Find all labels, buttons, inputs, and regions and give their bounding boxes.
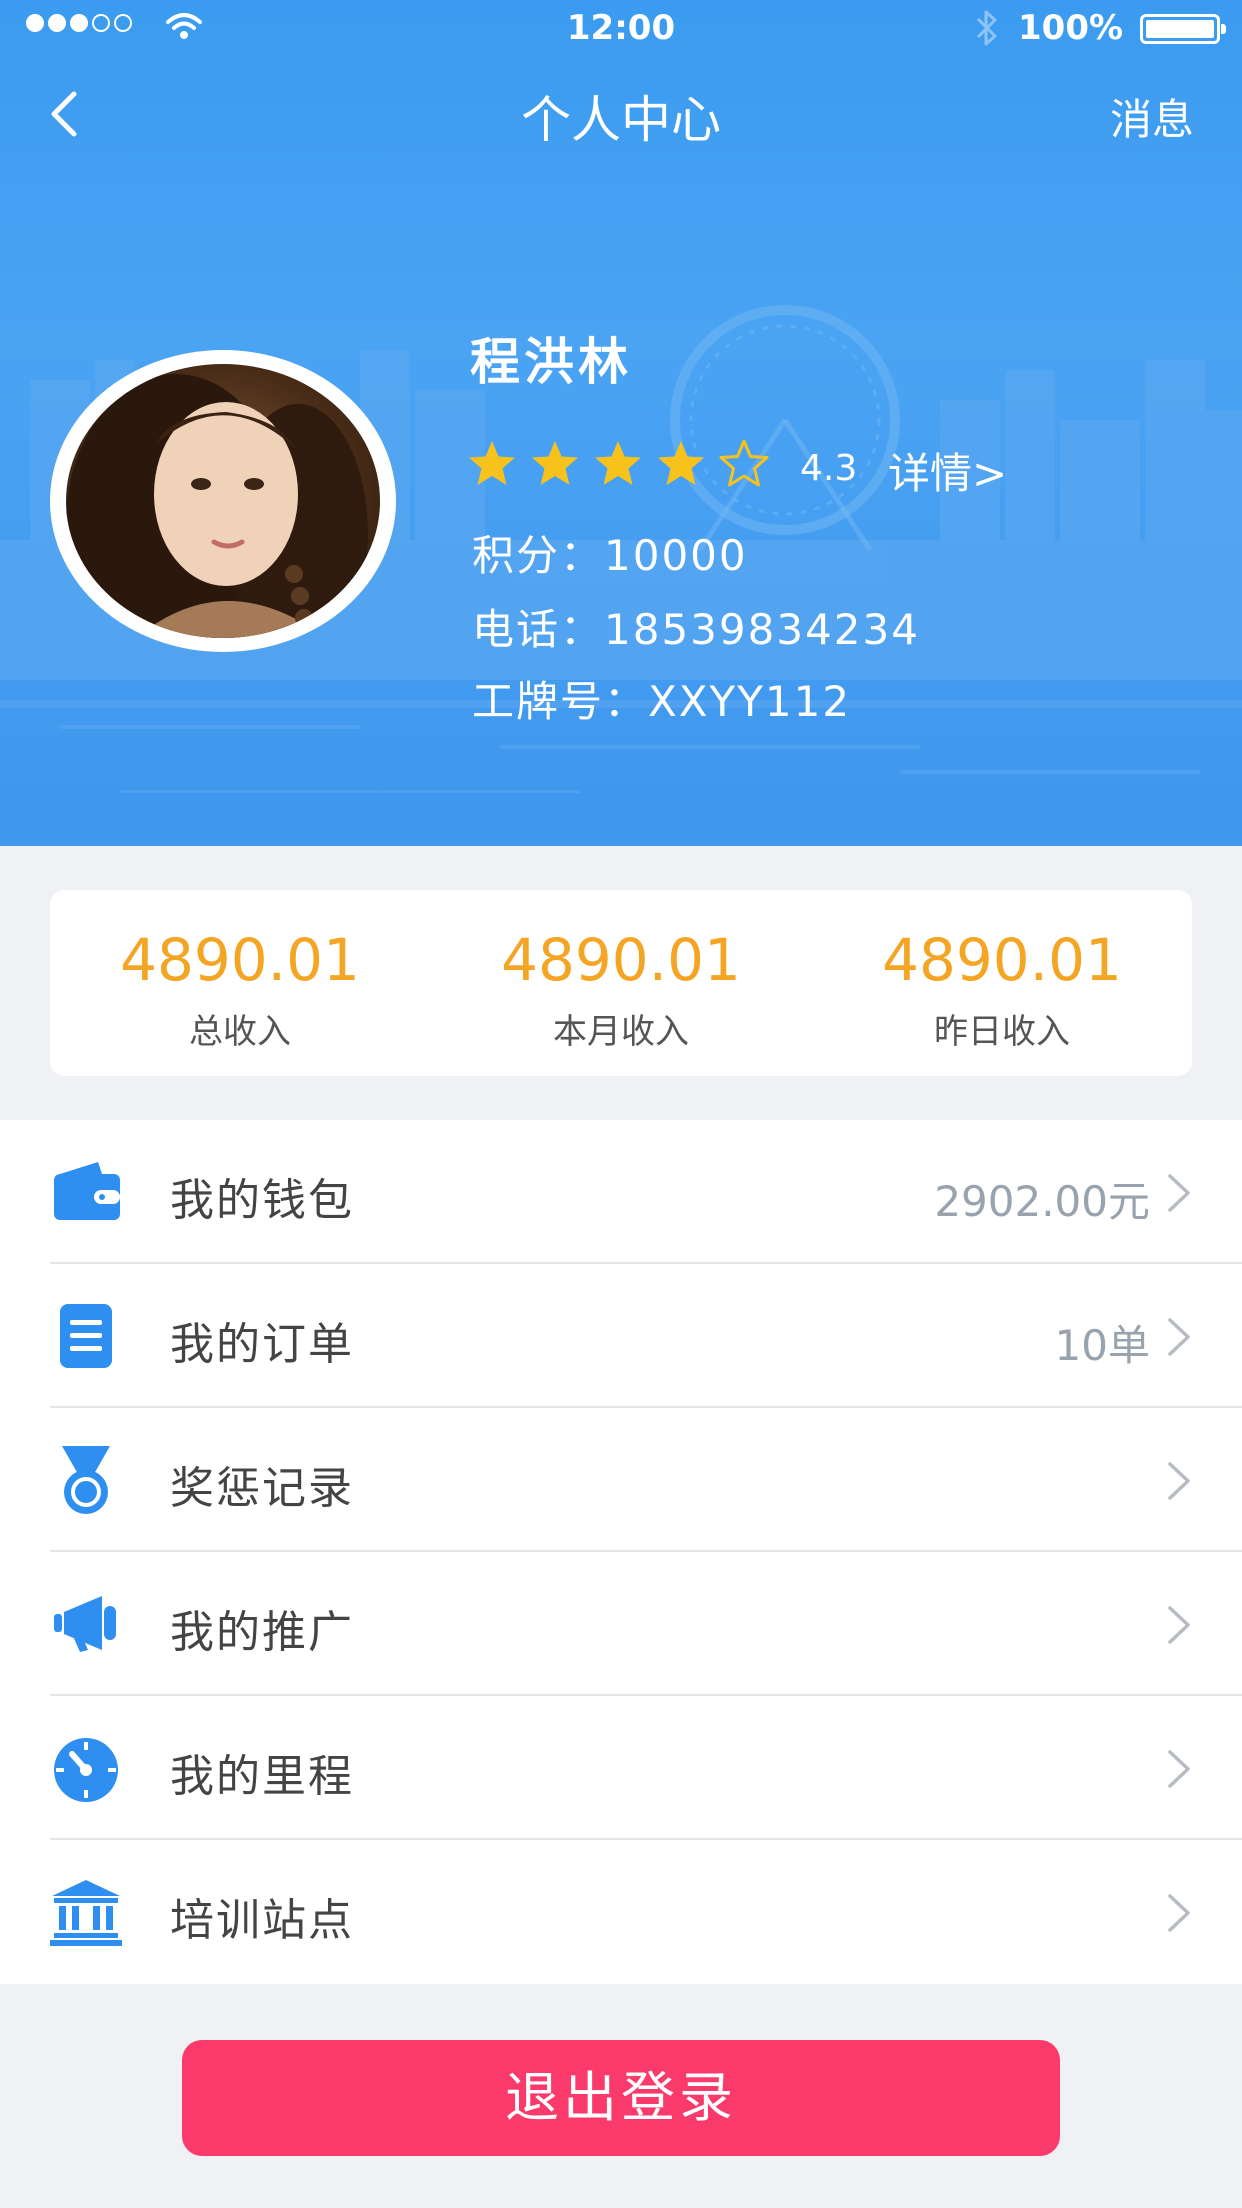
badge-label: 工牌号：: [472, 677, 649, 726]
star-filled-icon: [658, 441, 704, 485]
avatar[interactable]: [66, 364, 380, 638]
income-month-label: 本月收入: [553, 1012, 689, 1052]
chevron-right-icon: [1168, 1606, 1190, 1644]
menu-item-training-sites[interactable]: 培训站点: [0, 1840, 1242, 1984]
income-month[interactable]: 4890.01 本月收入: [431, 890, 811, 1076]
income-total-label: 总收入: [189, 1012, 291, 1052]
avatar-photo: [66, 374, 368, 638]
points-row: 积分：10000: [472, 522, 748, 583]
menu-item-orders[interactable]: 我的订单 10单: [0, 1264, 1242, 1408]
battery-icon: [1140, 14, 1226, 44]
menu-item-value: 2902.00元: [934, 1177, 1150, 1226]
profile-header: 12:00 100% 个人中心 消息 程洪林 4.3 详情> 积分：10000 …: [0, 0, 1242, 846]
chevron-right-icon: [1168, 1318, 1190, 1356]
menu-item-value: 10单: [1054, 1321, 1150, 1370]
income-summary-card: 4890.01 总收入 4890.01 本月收入 4890.01 昨日收入: [50, 890, 1192, 1076]
chevron-right-icon: [1168, 1894, 1190, 1932]
income-yesterday[interactable]: 4890.01 昨日收入: [812, 890, 1192, 1076]
chevron-right-icon: [1168, 1462, 1190, 1500]
income-total[interactable]: 4890.01 总收入: [50, 890, 430, 1076]
page-title: 个人中心: [521, 91, 721, 149]
menu-item-rewards[interactable]: 奖惩记录: [0, 1408, 1242, 1552]
bank-building-icon: [50, 1880, 122, 1946]
megaphone-icon: [54, 1596, 116, 1652]
order-list-icon: [60, 1304, 112, 1368]
star-filled-icon: [532, 441, 578, 485]
logout-button[interactable]: 退出登录: [182, 2040, 1060, 2156]
income-yesterday-value: 4890.01: [882, 926, 1122, 994]
messages-button[interactable]: 消息: [1110, 86, 1194, 147]
user-name: 程洪林: [470, 333, 632, 391]
points-value: 10000: [604, 531, 748, 580]
menu-item-label: 我的推广: [170, 1607, 354, 1658]
chevron-right-icon: [1168, 1174, 1190, 1212]
rating-stars: [466, 438, 770, 490]
medal-icon: [62, 1446, 110, 1514]
phone-label: 电话：: [472, 605, 605, 654]
star-empty-icon: [719, 439, 769, 487]
points-label: 积分：: [472, 531, 605, 580]
chevron-right-icon: [1168, 1750, 1190, 1788]
menu-item-promotion[interactable]: 我的推广: [0, 1552, 1242, 1696]
speedometer-icon: [54, 1738, 118, 1802]
battery-percentage: 100%: [1018, 8, 1124, 48]
rating-value: 4.3: [800, 448, 858, 489]
menu-item-label: 奖惩记录: [170, 1463, 354, 1514]
menu-list: 我的钱包 2902.00元 我的订单 10单 奖惩记录 我的推广 我的里程 培训…: [0, 1120, 1242, 1984]
star-filled-icon: [595, 441, 641, 485]
badge-value: XXYY112: [648, 677, 852, 726]
rating-details-link[interactable]: 详情>: [888, 440, 1007, 501]
income-total-value: 4890.01: [120, 926, 360, 994]
wallet-icon: [54, 1162, 120, 1220]
star-filled-icon: [469, 441, 515, 485]
income-month-value: 4890.01: [501, 926, 741, 994]
phone-row: 电话：18539834234: [472, 596, 920, 657]
menu-item-label: 我的订单: [170, 1319, 354, 1370]
income-yesterday-label: 昨日收入: [934, 1012, 1070, 1052]
menu-item-label: 我的钱包: [170, 1175, 354, 1226]
menu-item-mileage[interactable]: 我的里程: [0, 1696, 1242, 1840]
bluetooth-icon: [976, 10, 997, 46]
phone-value: 18539834234: [604, 605, 920, 654]
status-bar: 12:00 100%: [0, 0, 1242, 60]
menu-item-label: 培训站点: [170, 1895, 354, 1946]
badge-row: 工牌号：XXYY112: [472, 668, 851, 729]
menu-item-wallet[interactable]: 我的钱包 2902.00元: [0, 1120, 1242, 1264]
menu-item-label: 我的里程: [170, 1751, 354, 1802]
